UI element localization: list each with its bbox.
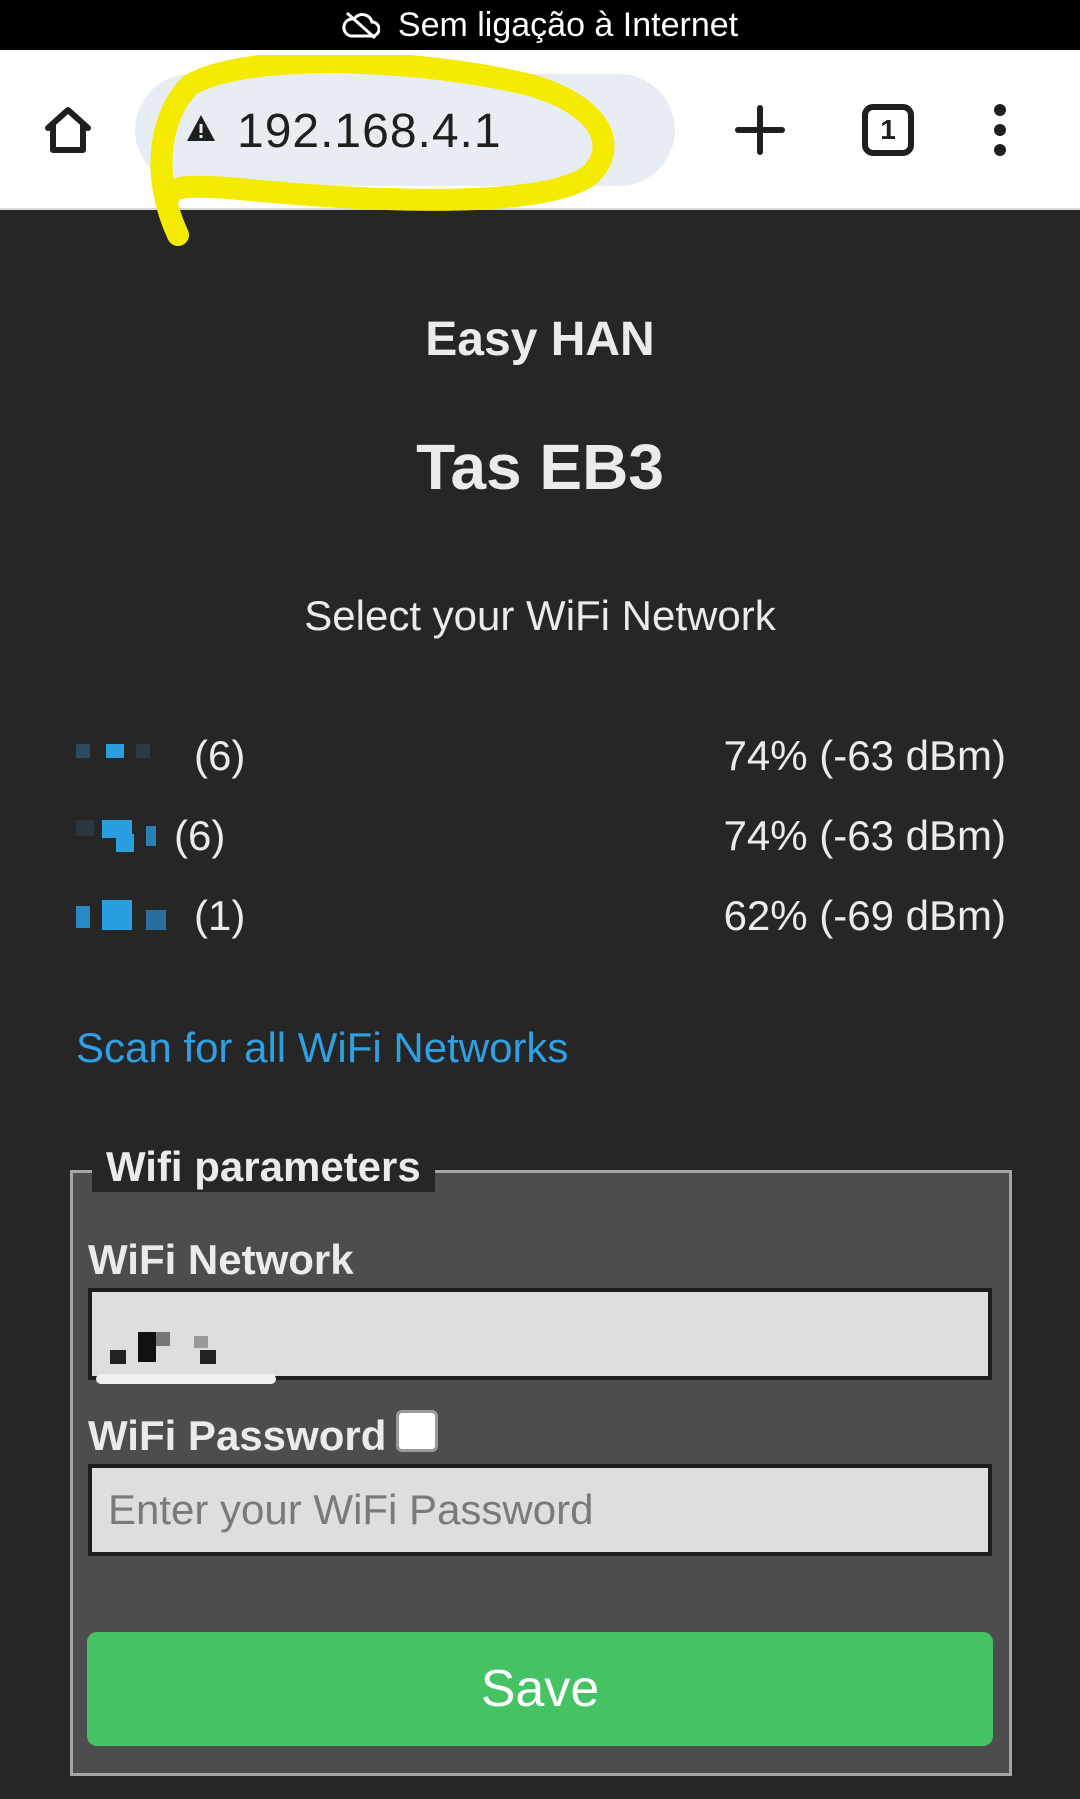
network-signal: 62% (-69 dBm) <box>723 892 1006 939</box>
blurred-ssid <box>76 740 180 774</box>
tab-switcher-button[interactable]: 1 <box>858 100 918 160</box>
save-button[interactable]: Save <box>87 1632 993 1746</box>
wifi-password-label: WiFi Password <box>88 1412 387 1459</box>
wifi-network-label: WiFi Network <box>88 1236 354 1283</box>
blurred-ssid <box>76 820 180 854</box>
network-signal: 74% (-63 dBm) <box>723 812 1006 859</box>
home-button[interactable] <box>38 100 98 160</box>
wifi-password-input[interactable] <box>88 1464 992 1556</box>
blurred-ssid <box>76 900 180 934</box>
warning-icon[interactable] <box>185 112 217 144</box>
plus-icon <box>735 105 785 155</box>
wifi-parameters-legend: Wifi parameters <box>92 1142 435 1192</box>
page-title: Tas EB3 <box>416 431 664 503</box>
scan-networks-link[interactable]: Scan for all WiFi Networks <box>76 1024 568 1072</box>
network-signal: 74% (-63 dBm) <box>723 732 1006 779</box>
status-text: Sem ligação à Internet <box>397 5 739 44</box>
menu-button[interactable] <box>970 100 1030 160</box>
status-bar: Sem ligação à Internet <box>0 0 1080 50</box>
page-content: Easy HAN Tas EB3 Select your WiFi Networ… <box>0 212 1080 1799</box>
network-channel: (6) <box>174 812 226 859</box>
network-channel: (6) <box>194 732 246 779</box>
new-tab-button[interactable] <box>730 100 790 160</box>
show-password-checkbox[interactable] <box>396 1410 438 1452</box>
address-bar[interactable]: 192.168.4.1 <box>135 74 675 186</box>
wifi-network-input[interactable] <box>88 1288 992 1380</box>
select-network-label: Select your WiFi Network <box>304 592 776 639</box>
cloud-off-icon <box>342 11 380 40</box>
network-item[interactable]: (6) 74% (-63 dBm) <box>76 726 1006 786</box>
home-icon <box>45 107 91 153</box>
network-channel: (1) <box>194 892 246 939</box>
browser-toolbar: 192.168.4.1 1 <box>0 50 1080 210</box>
page-subtitle: Easy HAN <box>425 313 655 366</box>
network-item[interactable]: (1) 62% (-69 dBm) <box>76 886 1006 946</box>
tab-count: 1 <box>880 114 896 145</box>
network-item[interactable]: (6) 74% (-63 dBm) <box>76 806 1006 866</box>
url-text: 192.168.4.1 <box>237 105 502 158</box>
more-vert-icon <box>994 104 1006 156</box>
